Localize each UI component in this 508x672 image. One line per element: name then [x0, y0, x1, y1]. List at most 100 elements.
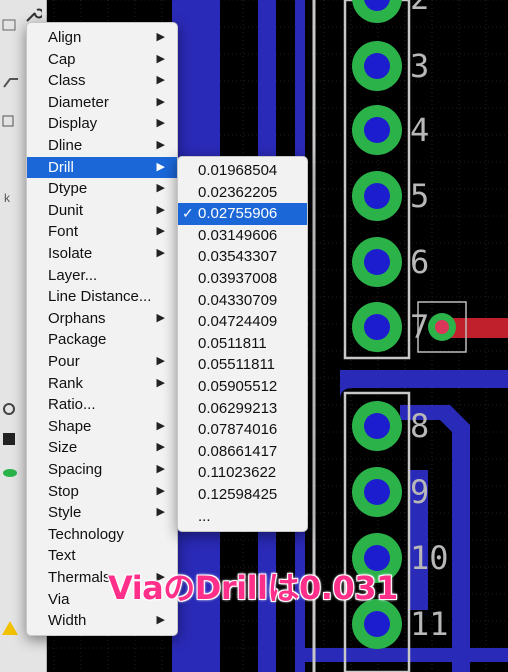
drill-option[interactable]: 0.0511811 — [178, 333, 307, 355]
menu-item-stop[interactable]: Stop ▶ — [27, 481, 177, 503]
wrench-icon[interactable] — [24, 6, 44, 22]
submenu-arrow-icon: ▶ — [156, 117, 165, 130]
drill-option-label: 0.03543307 — [198, 248, 278, 266]
pad-label: 8 — [410, 407, 429, 445]
submenu-arrow-icon: ▶ — [156, 484, 165, 497]
drill-option[interactable]: 0.07874016 — [178, 419, 307, 441]
pad-hole — [364, 314, 390, 340]
menu-item-label: Cap — [48, 50, 76, 68]
menu-item-label: Line Distance... — [48, 288, 152, 306]
drill-option-label: 0.04724409 — [198, 313, 278, 331]
menu-item-width[interactable]: Width ▶ — [27, 610, 177, 632]
submenu-arrow-icon: ▶ — [156, 376, 165, 389]
drill-option[interactable]: 0.08661417 — [178, 441, 307, 463]
circle-icon[interactable] — [2, 402, 20, 416]
menu-item-label: Dtype — [48, 180, 88, 198]
via-icon[interactable] — [2, 115, 20, 129]
pad-hole — [364, 413, 390, 439]
ratsnest-icon[interactable] — [2, 466, 20, 480]
submenu-arrow-icon: ▶ — [156, 95, 165, 108]
menu-item-label: Align — [48, 29, 82, 46]
submenu-arrow-icon: ▶ — [156, 74, 165, 87]
menu-item-label: Isolate — [48, 245, 93, 262]
menu-item-shape[interactable]: Shape ▶ — [27, 416, 177, 438]
drill-option-label: 0.03149606 — [198, 226, 278, 244]
menu-item-label: Text — [48, 547, 76, 565]
route-icon[interactable] — [2, 75, 20, 89]
drill-option[interactable]: 0.03543307 — [178, 246, 307, 268]
menu-item-label: Class — [48, 72, 86, 90]
pad-label: 6 — [410, 243, 429, 281]
polygon-icon[interactable] — [2, 432, 20, 446]
menu-item-dtype[interactable]: Dtype ▶ — [27, 178, 177, 200]
menu-item-label: Pour — [48, 353, 80, 370]
menu-item-dunit[interactable]: Dunit ▶ — [27, 200, 177, 222]
menu-item-rank[interactable]: Rank ▶ — [27, 373, 177, 395]
text-icon[interactable]: k — [2, 190, 20, 205]
menu-item-size[interactable]: Size ▶ — [27, 437, 177, 459]
drill-option[interactable]: 0.06299213 — [178, 398, 307, 420]
menu-item-layer[interactable]: Layer... — [27, 265, 177, 287]
menu-item-ratio[interactable]: Ratio... — [27, 394, 177, 416]
menu-item-drill[interactable]: Drill ▶ — [27, 156, 177, 179]
signal-icon[interactable] — [2, 620, 20, 635]
drill-option-label: 0.0511811 — [198, 334, 267, 352]
menu-item-cap[interactable]: Cap ▶ — [27, 49, 177, 71]
pad-hole — [364, 117, 390, 143]
drill-option-label: 0.06299213 — [198, 399, 278, 417]
menu-item-pour[interactable]: Pour ▶ — [27, 351, 177, 373]
drill-option[interactable]: 0.12598425 — [178, 484, 307, 506]
drill-option[interactable]: 0.04724409 — [178, 311, 307, 333]
pad-label: 2 — [410, 0, 429, 17]
menu-item-orphans[interactable]: Orphans ▶ — [27, 308, 177, 330]
menu-item-isolate[interactable]: Isolate ▶ — [27, 243, 177, 265]
submenu-arrow-icon: ▶ — [156, 139, 165, 151]
pad-label: 9 — [410, 473, 429, 511]
menu-item-dline[interactable]: Dline ▶ — [27, 135, 177, 157]
menu-item-technology[interactable]: Technology — [27, 524, 177, 546]
pad-hole — [364, 479, 390, 505]
menu-item-font[interactable]: Font ▶ — [27, 221, 177, 243]
menu-item-display[interactable]: Display ▶ — [27, 113, 177, 135]
selected-via-hole — [435, 320, 449, 334]
drill-option[interactable]: ... — [178, 506, 307, 528]
menu-item-label: Spacing — [48, 461, 103, 478]
submenu-arrow-icon: ▶ — [156, 160, 165, 173]
pad-hole — [364, 611, 390, 637]
drill-option[interactable]: 0.03149606 — [178, 225, 307, 247]
drill-option[interactable]: 0.05511811 — [178, 354, 307, 376]
drill-option-label: 0.08661417 — [198, 442, 278, 460]
menu-item-class[interactable]: Class ▶ — [27, 70, 177, 92]
menu-item-label: Technology — [48, 525, 124, 543]
drill-option[interactable]: 0.03937008 — [178, 268, 307, 290]
submenu-arrow-icon: ▶ — [156, 247, 165, 259]
menu-item-package[interactable]: Package — [27, 329, 177, 351]
submenu-arrow-icon: ▶ — [156, 614, 165, 627]
drill-option[interactable]: 0.01968504 — [178, 160, 307, 182]
submenu-arrow-icon: ▶ — [156, 311, 165, 324]
drill-option-label: 0.01968504 — [198, 162, 278, 179]
menu-item-style[interactable]: Style ▶ — [27, 502, 177, 524]
drill-option-label: 0.11023622 — [198, 464, 277, 482]
drill-option-label: 0.05511811 — [198, 356, 276, 374]
submenu-arrow-icon: ▶ — [156, 182, 165, 195]
menu-item-label: Size — [48, 439, 78, 457]
menu-item-line-distance[interactable]: Line Distance... — [27, 286, 177, 308]
layer-icon[interactable] — [2, 18, 20, 32]
drill-option[interactable]: 0.11023622 — [178, 462, 307, 484]
drill-option[interactable]: 0.05905512 — [178, 376, 307, 398]
drill-option-label: 0.02362205 — [198, 183, 278, 201]
menu-item-label: Stop — [48, 482, 79, 500]
pad-label: 7 — [410, 308, 429, 346]
menu-item-label: Display — [48, 115, 98, 133]
checkmark-icon: ✓ — [182, 205, 194, 222]
menu-item-spacing[interactable]: Spacing ▶ — [27, 459, 177, 481]
menu-item-diameter[interactable]: Diameter ▶ — [27, 92, 177, 114]
drill-option[interactable]: ✓ 0.02755906 — [178, 203, 307, 225]
submenu-arrow-icon: ▶ — [156, 506, 165, 519]
drill-option[interactable]: 0.04330709 — [178, 290, 307, 312]
menu-item-align[interactable]: Align ▶ — [27, 27, 177, 49]
drill-option[interactable]: 0.02362205 — [178, 182, 307, 204]
drill-option-label: ... — [198, 507, 211, 525]
menu-item-label: Shape — [48, 417, 92, 435]
